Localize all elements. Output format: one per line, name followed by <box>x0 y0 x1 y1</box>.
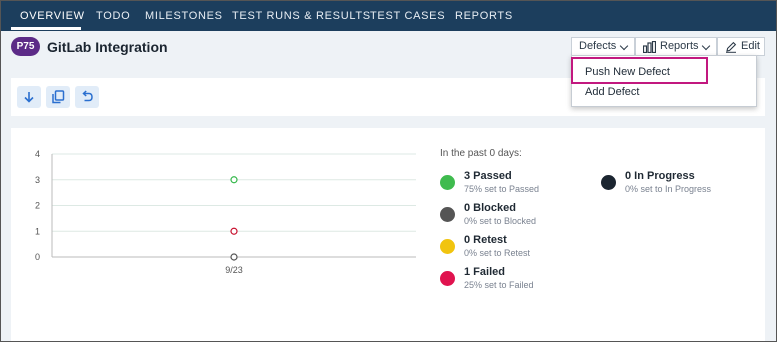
stat-subtext: 0% set to Retest <box>464 248 531 258</box>
blocked-status-dot <box>440 207 455 222</box>
data-point <box>230 227 238 235</box>
tab-test-cases[interactable]: TEST CASES <box>370 10 445 22</box>
failed-status-dot <box>440 271 455 286</box>
stat-subtext: 0% set to Blocked <box>464 216 537 226</box>
y-tick-label: 4 <box>35 149 40 159</box>
y-tick-label: 2 <box>35 201 40 211</box>
stat-name: 0 Blocked <box>464 202 516 214</box>
chevron-down-icon <box>619 41 629 51</box>
reports-button[interactable]: Reports <box>635 37 717 56</box>
download-icon <box>24 92 34 103</box>
tab-milestones[interactable]: MILESTONES <box>145 10 223 22</box>
stats-period-label: In the past 0 days: <box>440 148 522 159</box>
stat-name: 0 Retest <box>464 234 507 246</box>
reports-label: Reports <box>660 40 699 52</box>
chevron-down-icon <box>701 41 711 51</box>
y-tick-label: 3 <box>35 175 40 185</box>
edit-label: Edit <box>741 40 760 52</box>
top-nav: OVERVIEW TODO MILESTONES TEST RUNS & RES… <box>0 0 777 31</box>
page-title: GitLab Integration <box>47 39 168 55</box>
undo-icon <box>82 90 93 102</box>
undo-button[interactable] <box>75 86 99 108</box>
edit-button[interactable]: Edit <box>717 37 765 56</box>
retest-status-dot <box>440 239 455 254</box>
bar-chart-icon <box>643 41 656 53</box>
tab-todo[interactable]: TODO <box>96 10 130 22</box>
stat-name: 0 In Progress <box>625 170 695 182</box>
stat-name: 1 Failed <box>464 266 505 278</box>
stat-name: 3 Passed <box>464 170 512 182</box>
y-tick-label: 0 <box>35 252 40 262</box>
tab-test-runs-results[interactable]: TEST RUNS & RESULTS <box>232 10 371 22</box>
project-badge: P75 <box>11 37 40 56</box>
data-point <box>230 176 238 184</box>
download-button[interactable] <box>17 86 41 108</box>
tab-overview[interactable]: OVERVIEW <box>20 10 85 22</box>
stat-subtext: 25% set to Failed <box>464 280 534 290</box>
stat-subtext: 75% set to Passed <box>464 184 540 194</box>
pencil-icon <box>726 41 737 53</box>
y-tick-label: 1 <box>35 226 40 236</box>
tab-reports[interactable]: REPORTS <box>455 10 513 22</box>
stat-subtext: 0% set to In Progress <box>625 184 712 194</box>
active-tab-indicator <box>11 27 81 30</box>
results-chart: 0 1 2 3 4 9/23 <box>35 149 416 275</box>
highlight-box <box>571 57 708 84</box>
copy-icon <box>52 90 65 104</box>
copy-button[interactable] <box>46 86 70 108</box>
x-tick-label: 9/23 <box>225 265 243 275</box>
defects-button[interactable]: Defects <box>571 37 635 56</box>
add-defect-menu-item[interactable]: Add Defect <box>585 86 639 98</box>
passed-status-dot <box>440 175 455 190</box>
defects-label: Defects <box>579 40 617 52</box>
data-point <box>230 253 238 261</box>
in-progress-status-dot <box>601 175 616 190</box>
